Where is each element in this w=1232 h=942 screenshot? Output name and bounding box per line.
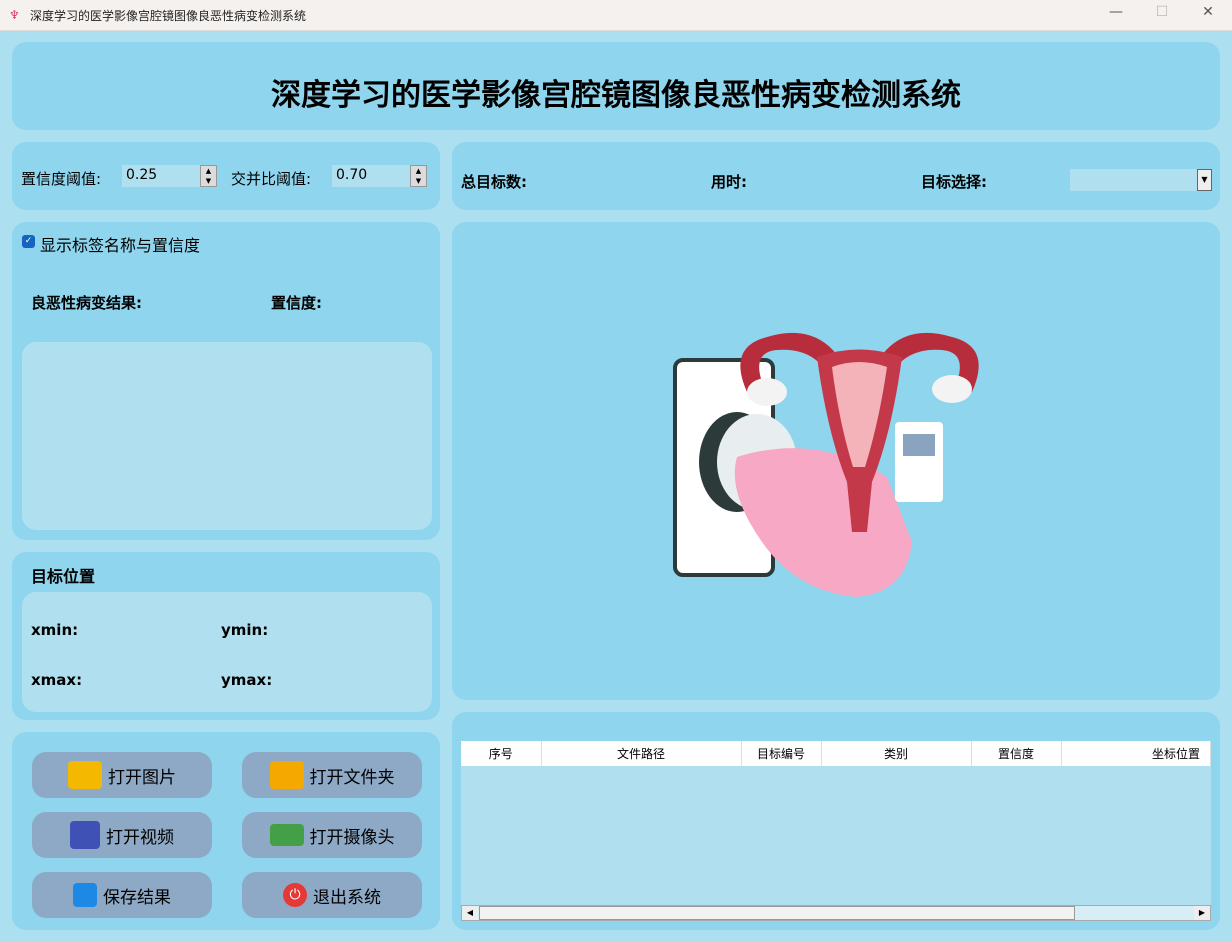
result-label: 良恶性病变结果: [31,294,142,312]
open-image-button[interactable]: 打开图片 [32,752,212,798]
col-class[interactable]: 类别 [821,741,972,766]
position-panel: 目标位置 xmin: ymin: xmax: ymax: [12,552,440,720]
total-targets-label: 总目标数: [461,173,527,191]
show-labels-checkbox[interactable]: ✓ [22,235,35,248]
power-icon: ⏻ [283,883,307,907]
ymin-label: ymin: [221,621,269,639]
xmax-label: xmax: [31,671,83,689]
col-target-id[interactable]: 目标编号 [741,741,822,766]
exit-button[interactable]: ⏻ 退出系统 [242,872,422,918]
conf-threshold-input[interactable]: 0.25 [122,165,200,187]
horizontal-scrollbar[interactable]: ◀ ▶ [461,905,1211,921]
title-bar: ♆ 深度学习的医学影像宫腔镜图像良恶性病变检测系统 — ☐ ✕ [0,0,1232,31]
ymax-label: ymax: [221,671,273,689]
conf-spin-buttons[interactable]: ▲ ▼ [200,165,217,187]
col-confidence[interactable]: 置信度 [971,741,1062,766]
close-button[interactable]: ✕ [1188,4,1228,26]
video-icon [70,821,100,849]
open-camera-label: 打开摄像头 [309,827,395,848]
target-select-label: 目标选择: [921,173,987,191]
minimize-button[interactable]: — [1096,4,1136,26]
uterus-illustration [673,332,979,597]
col-file-path[interactable]: 文件路径 [541,741,742,766]
iou-threshold-input[interactable]: 0.70 [332,165,410,187]
save-label: 保存结果 [103,887,171,908]
scroll-right-arrow[interactable]: ▶ [1194,906,1210,920]
open-folder-button[interactable]: 打开文件夹 [242,752,422,798]
params-panel: 置信度阈值: 0.25 ▲ ▼ 交并比阈值: 0.70 ▲ ▼ [12,142,440,210]
save-button[interactable]: 保存结果 [32,872,212,918]
scrollbar-thumb[interactable] [479,906,1075,920]
col-coordinates[interactable]: 坐标位置 [1061,741,1211,766]
page-title: 深度学习的医学影像宫腔镜图像良恶性病变检测系统 [271,78,961,113]
conf-threshold-label: 置信度阈值: [21,170,102,188]
position-title: 目标位置 [31,567,96,586]
xmin-label: xmin: [31,621,79,639]
open-image-label: 打开图片 [108,767,176,788]
exit-label: 退出系统 [313,887,381,908]
folder-icon [269,761,304,789]
target-select-dropdown[interactable]: ▼ [1070,169,1212,191]
image-display-panel [452,222,1220,700]
position-box: xmin: ymin: xmax: ymax: [22,592,432,712]
header-panel: 深度学习的医学影像宫腔镜图像良恶性病变检测系统 [12,42,1220,130]
chevron-down-icon[interactable]: ▼ [1197,169,1212,191]
open-folder-label: 打开文件夹 [309,767,395,788]
app-icon: ♆ [9,8,20,22]
open-video-button[interactable]: 打开视频 [32,812,212,858]
iou-spin-buttons[interactable]: ▲ ▼ [410,165,427,187]
results-table: 序号 文件路径 目标编号 类别 置信度 坐标位置 ◀ ▶ [461,741,1211,921]
camera-icon [269,824,304,846]
open-video-label: 打开视频 [106,827,174,848]
window-title: 深度学习的医学影像宫腔镜图像良恶性病变检测系统 [30,9,307,23]
scroll-left-arrow[interactable]: ◀ [462,906,478,920]
maximize-button[interactable]: ☐ [1142,4,1182,26]
col-index[interactable]: 序号 [461,741,542,766]
time-label: 用时: [711,173,747,191]
results-table-panel: 序号 文件路径 目标编号 类别 置信度 坐标位置 ◀ ▶ [452,712,1220,930]
result-box [22,342,432,530]
open-camera-button[interactable]: 打开摄像头 [242,812,422,858]
iou-threshold-label: 交并比阈值: [231,170,312,188]
confidence-label: 置信度: [271,294,322,312]
table-header-row: 序号 文件路径 目标编号 类别 置信度 坐标位置 [461,741,1211,766]
save-icon [73,883,97,907]
buttons-panel: 打开图片 打开文件夹 打开视频 打开摄像头 保存结果 ⏻ 退出系统 [12,732,440,930]
stats-panel: 总目标数: 用时: 目标选择: ▼ [452,142,1220,210]
show-labels-label: 显示标签名称与置信度 [40,236,201,255]
image-icon [68,761,102,789]
result-panel: ✓ 显示标签名称与置信度 良恶性病变结果: 置信度: [12,222,440,540]
